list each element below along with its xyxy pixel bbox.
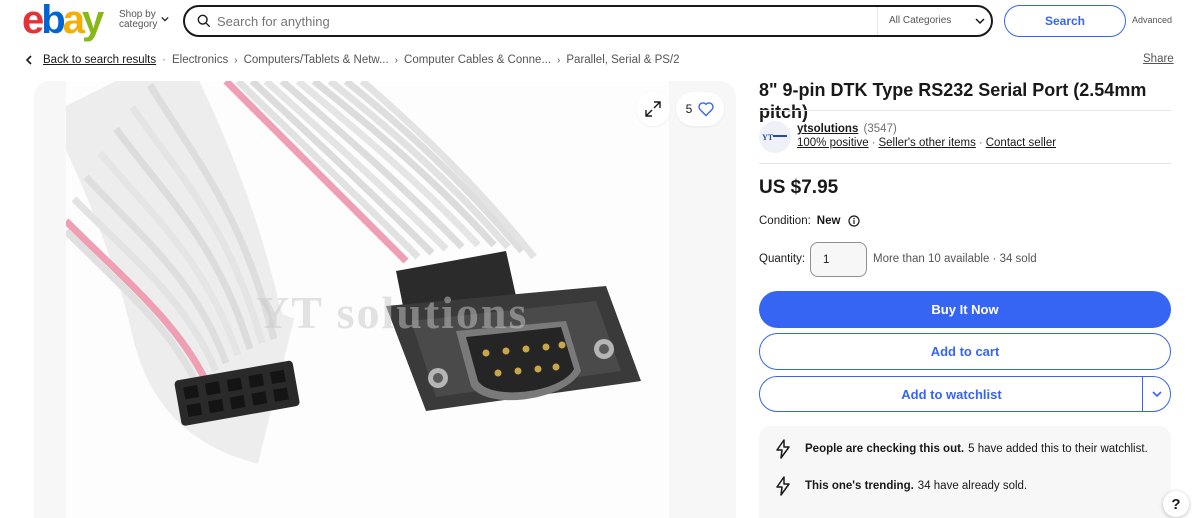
quantity-label: Quantity: <box>759 253 806 265</box>
heart-icon <box>698 101 715 116</box>
seller-other-items-link[interactable]: Seller's other items <box>878 137 975 149</box>
chevron-right-icon: › <box>234 54 238 66</box>
watchlist-button-group: Add to watchlist <box>759 376 1171 412</box>
seller-links: 100% positive · Seller's other items · Conta… <box>797 137 1056 149</box>
chevron-down-icon <box>161 16 169 22</box>
seller-info: ytsolutions (3547) <box>797 123 897 135</box>
shop-by-category-button[interactable]: Shop by category <box>119 10 169 30</box>
separator-dot: · <box>978 137 983 149</box>
watch-count: 5 <box>685 102 693 116</box>
signal-trending: This one's trending. 34 have already sol… <box>759 471 1171 501</box>
separator-dot: · <box>162 54 166 66</box>
condition-row: Condition: New <box>759 215 861 227</box>
breadcrumb-electronics[interactable]: Electronics <box>172 54 228 66</box>
quantity-input[interactable] <box>810 242 867 277</box>
urgency-signals: People are checking this out. 5 have add… <box>759 426 1171 518</box>
separator-dot: · <box>871 137 876 149</box>
seller-positive-link[interactable]: 100% positive <box>797 137 869 149</box>
seller-avatar[interactable]: YT <box>759 121 791 153</box>
condition-value: New <box>816 215 841 227</box>
share-link[interactable]: Share <box>1143 53 1174 65</box>
image-gallery: YT solutions 5 <box>34 81 736 518</box>
chevron-left-icon <box>25 55 32 65</box>
condition-label: Condition: <box>759 215 811 227</box>
item-price: US $7.95 <box>759 177 839 198</box>
chevron-down-icon <box>975 18 985 25</box>
signal-heading: This one's trending. <box>805 480 914 492</box>
buy-it-now-button[interactable]: Buy It Now <box>759 291 1171 328</box>
chevron-right-icon: › <box>557 54 561 66</box>
seller-feedback-count[interactable]: (3547) <box>864 123 897 135</box>
category-label: category <box>119 19 158 30</box>
signal-text: 34 have already sold. <box>917 480 1028 492</box>
contact-seller-link[interactable]: Contact seller <box>986 137 1056 149</box>
seller-logo-icon: YT <box>762 133 787 142</box>
svg-text:YT: YT <box>762 133 774 142</box>
lightning-icon <box>776 439 790 459</box>
watchlist-dropdown-button[interactable] <box>1143 377 1171 411</box>
breadcrumb-serial[interactable]: Parallel, Serial & PS/2 <box>566 54 679 66</box>
expand-image-button[interactable] <box>636 92 670 126</box>
chevron-right-icon: › <box>394 54 399 66</box>
ebay-logo[interactable]: ebay <box>22 0 104 40</box>
add-to-watchlist-button[interactable]: Add to watchlist <box>760 377 1143 411</box>
search-input[interactable] <box>217 11 857 31</box>
global-header: ebay Shop by category All Categories Sea… <box>0 0 1200 44</box>
add-to-cart-button[interactable]: Add to cart <box>759 333 1171 370</box>
advanced-search-link[interactable]: Advanced <box>1132 15 1172 25</box>
back-to-results-link[interactable]: Back to search results <box>43 54 156 66</box>
seller-name-link[interactable]: ytsolutions <box>797 123 858 135</box>
divider <box>759 163 1171 164</box>
breadcrumb: Back to search results · Electronics › C… <box>24 53 680 67</box>
category-select[interactable]: All Categories <box>889 15 951 26</box>
search-icon <box>197 14 211 28</box>
image-watermark: YT solutions <box>256 287 529 338</box>
info-icon[interactable] <box>848 215 861 227</box>
product-image[interactable]: YT solutions <box>48 81 669 518</box>
search-button[interactable]: Search <box>1004 5 1126 37</box>
availability-text: More than 10 available · 34 sold <box>873 253 1037 265</box>
help-button[interactable]: ? <box>1163 491 1189 517</box>
expand-icon <box>645 101 661 117</box>
signal-watchers: People are checking this out. 5 have add… <box>759 434 1171 464</box>
signal-heading: People are checking this out. <box>805 443 965 455</box>
breadcrumb-computers[interactable]: Computers/Tablets & Netw... <box>244 54 389 66</box>
watch-button[interactable]: 5 <box>676 92 724 126</box>
divider <box>759 110 1171 111</box>
lightning-icon <box>776 476 790 496</box>
item-title: 8" 9-pin DTK Type RS232 Serial Port (2.5… <box>759 80 1147 122</box>
signal-text: 5 have added this to their watchlist. <box>968 443 1148 455</box>
breadcrumb-cables[interactable]: Computer Cables & Conne... <box>404 54 551 66</box>
divider <box>877 7 878 35</box>
chevron-down-icon <box>1152 391 1162 398</box>
search-bar: All Categories <box>183 5 993 37</box>
